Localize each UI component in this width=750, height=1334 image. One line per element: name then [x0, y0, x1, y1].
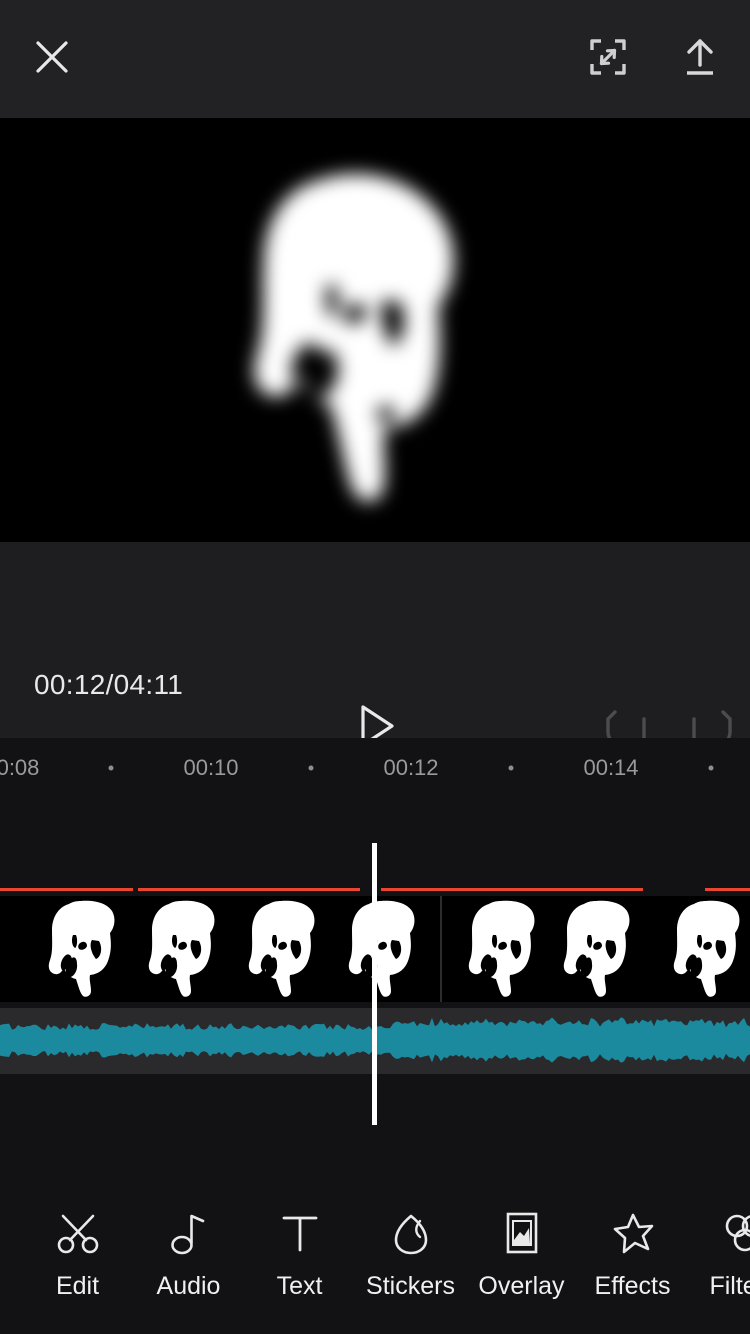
playhead[interactable] [372, 843, 377, 1125]
ruler-tick-label: 00:12 [383, 755, 439, 780]
video-editor-screen: 00:12/04:11 0:08 00:10 00:12 00:14 Edit … [0, 0, 750, 1334]
video-thumbnail[interactable] [545, 896, 645, 1002]
toolbar-item-label: Text [276, 1272, 323, 1300]
filters-icon [721, 1208, 750, 1258]
clip-segment-line [0, 888, 133, 891]
video-thumbnail[interactable] [330, 896, 430, 1002]
video-thumbnail[interactable] [655, 896, 750, 1002]
toolbar-item-overlay[interactable]: Overlay [466, 1170, 577, 1301]
ruler-tick-dot [508, 765, 514, 771]
ruler-tick-label: 00:10 [183, 755, 239, 780]
export-button[interactable] [654, 13, 746, 105]
toolbar-item-label: Stickers [366, 1272, 455, 1300]
scissors-icon [55, 1208, 101, 1258]
timeline-ruler[interactable]: 0:08 00:10 00:12 00:14 [0, 738, 750, 798]
sticker-icon [389, 1208, 433, 1258]
toolbar-item-audio[interactable]: Audio [133, 1170, 244, 1301]
top-bar [0, 0, 750, 118]
video-thumbnail[interactable] [450, 896, 550, 1002]
toolbar-item-effects[interactable]: Effects [577, 1170, 688, 1301]
timeline[interactable] [0, 798, 750, 1170]
close-button[interactable] [6, 13, 98, 105]
fullscreen-icon [586, 35, 630, 84]
overlay-icon [500, 1208, 544, 1258]
toolbar-item-label: Edit [55, 1272, 100, 1300]
clip-divider [440, 896, 442, 1002]
toolbar-item-label: Filters [709, 1272, 750, 1300]
bottom-toolbar[interactable]: Edit Audio Text Stickers Overlay Effects… [0, 1170, 750, 1334]
video-thumbnail[interactable] [130, 896, 230, 1002]
ruler-tick-dot [708, 765, 714, 771]
toolbar-item-edit[interactable]: Edit [22, 1170, 133, 1301]
ruler-tick-dot [308, 765, 314, 771]
clip-segment-line [381, 888, 643, 891]
export-icon [678, 35, 722, 84]
player-controls: 00:12/04:11 [0, 542, 750, 748]
preview-subject-silhouette [236, 166, 484, 506]
effects-star-icon [610, 1208, 656, 1258]
toolbar-item-text[interactable]: Text [244, 1170, 355, 1301]
close-icon [32, 37, 72, 82]
toolbar-item-filters[interactable]: Filters [688, 1170, 750, 1301]
fullscreen-button[interactable] [562, 13, 654, 105]
ruler-tick-label: 00:14 [583, 755, 639, 780]
timecode-display: 00:12/04:11 [34, 669, 184, 700]
clip-segment-line [705, 888, 750, 891]
toolbar-item-label: Overlay [478, 1272, 565, 1300]
video-thumbnail[interactable] [230, 896, 330, 1002]
text-icon [278, 1208, 322, 1258]
ruler-tick-dot [108, 765, 114, 771]
video-preview[interactable] [0, 118, 750, 542]
toolbar-item-label: Effects [594, 1272, 671, 1300]
video-thumbnail[interactable] [30, 896, 130, 1002]
toolbar-item-stickers[interactable]: Stickers [355, 1170, 466, 1301]
toolbar-item-label: Audio [156, 1272, 221, 1300]
music-note-icon [167, 1208, 211, 1258]
clip-segment-line [138, 888, 360, 891]
ruler-tick-label: 0:08 [0, 755, 40, 780]
